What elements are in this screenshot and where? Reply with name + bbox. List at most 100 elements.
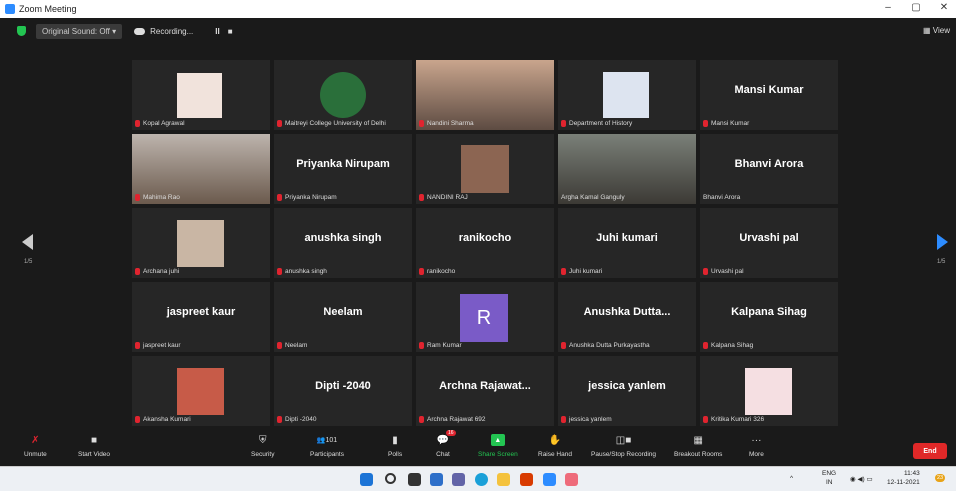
- minimize-button[interactable]: –: [882, 2, 894, 13]
- participant-tile[interactable]: Priyanka Nirupam Priyanka Nirupam: [274, 134, 412, 204]
- lang-in: IN: [826, 479, 833, 486]
- edge-browser-icon[interactable]: [475, 473, 488, 486]
- mic-muted-icon: [703, 416, 708, 423]
- participant-tile[interactable]: ranikocho ranikocho: [416, 208, 554, 278]
- participant-display-name: jaspreet kaur: [166, 306, 236, 318]
- clock-date[interactable]: 12-11-2021: [887, 479, 920, 486]
- participant-display-name: Urvashi pal: [739, 232, 799, 244]
- office-icon[interactable]: [520, 473, 533, 486]
- wifi-volume-battery-icon[interactable]: ◉ ◀) ▭: [850, 475, 873, 483]
- unmute-button[interactable]: ✗ Unmute: [24, 434, 47, 459]
- mic-muted-icon: [135, 416, 140, 423]
- original-sound-toggle[interactable]: Original Sound: Off ▾: [36, 23, 123, 39]
- pause-recording-button[interactable]: II: [215, 27, 219, 36]
- participant-tile[interactable]: anushka singh anushka singh: [274, 208, 412, 278]
- breakout-rooms-button[interactable]: ▦ Breakout Rooms: [674, 434, 722, 459]
- notification-badge[interactable]: 23: [935, 474, 946, 482]
- participant-video: [461, 145, 509, 193]
- participant-tile[interactable]: Urvashi pal Urvashi pal: [700, 208, 838, 278]
- participant-name-label: Dipti -2040: [277, 416, 316, 423]
- participant-name-label: Kalpana Sihag: [703, 342, 753, 349]
- raise-hand-button[interactable]: ✋ Raise Hand: [538, 434, 572, 459]
- participant-tile[interactable]: Archana juhi: [132, 208, 270, 278]
- participant-name-label: Mansi Kumar: [703, 120, 749, 127]
- participant-display-name: Archna Rajawat...: [439, 380, 531, 392]
- end-meeting-button[interactable]: End: [913, 443, 947, 459]
- participant-tile[interactable]: Kalpana Sihag Kalpana Sihag: [700, 282, 838, 352]
- clock-time[interactable]: 11:43: [904, 470, 920, 477]
- share-screen-icon: ▲: [490, 434, 505, 446]
- pause-stop-recording-button[interactable]: ◫■ Pause/Stop Recording: [591, 434, 656, 459]
- participant-tile[interactable]: Akansha Kumari: [132, 356, 270, 426]
- participant-tile[interactable]: Anushka Dutta... Anushka Dutta Purkayasth…: [558, 282, 696, 352]
- participant-tile[interactable]: Nandini Sharma: [416, 60, 554, 130]
- participant-tile[interactable]: Kritika Kumari 326: [700, 356, 838, 426]
- participant-tile[interactable]: Maitreyi College University of Delhi: [274, 60, 412, 130]
- page-left-arrow[interactable]: [22, 234, 33, 250]
- participant-tile[interactable]: NANDINI RAJ: [416, 134, 554, 204]
- zoom-taskbar-icon[interactable]: [543, 473, 556, 486]
- windows-taskbar: ^ ENG IN ◉ ◀) ▭ 11:43 12-11-2021 23: [0, 466, 956, 491]
- security-button[interactable]: ⛨ Security: [251, 434, 274, 459]
- tray-chevron-icon[interactable]: ^: [790, 475, 793, 482]
- participant-tile[interactable]: Neelam Neelam: [274, 282, 412, 352]
- mic-muted-icon: [561, 342, 566, 349]
- windows-start-icon[interactable]: [360, 473, 373, 486]
- participant-tile[interactable]: R Ram Kumar: [416, 282, 554, 352]
- participant-tile[interactable]: Archna Rajawat... Archna Rajawat 692: [416, 356, 554, 426]
- search-icon[interactable]: [385, 473, 396, 484]
- participant-tile[interactable]: Dipti -2040 Dipti -2040: [274, 356, 412, 426]
- polls-button[interactable]: ▮ Polls: [388, 434, 402, 459]
- restore-button[interactable]: ▢: [910, 2, 922, 13]
- participant-name-label: Akansha Kumari: [135, 416, 191, 423]
- recording-indicator: Recording... II ■: [134, 27, 233, 36]
- start-video-button[interactable]: ■ Start Video: [78, 434, 110, 459]
- participant-tile[interactable]: Juhi kumari Juhi kumari: [558, 208, 696, 278]
- widgets-icon[interactable]: [430, 473, 443, 486]
- file-explorer-icon[interactable]: [497, 473, 510, 486]
- participant-tile[interactable]: jessica yanlem jessica yanlem: [558, 356, 696, 426]
- more-icon: ···: [751, 434, 762, 446]
- hand-icon: ✋: [548, 434, 562, 446]
- chat-button[interactable]: 💬 16 Chat: [436, 430, 456, 458]
- task-view-icon[interactable]: [408, 473, 421, 486]
- teams-chat-icon[interactable]: [452, 473, 465, 486]
- participant-tile[interactable]: Bhanvi Arora Bhanvi Arora: [700, 134, 838, 204]
- encryption-shield-icon[interactable]: [17, 26, 26, 36]
- participant-display-name: Priyanka Nirupam: [296, 158, 390, 170]
- mic-muted-icon: [135, 120, 140, 127]
- participant-tile[interactable]: jaspreet kaur jaspreet kaur: [132, 282, 270, 352]
- close-button[interactable]: ✕: [938, 2, 950, 13]
- avatar: R: [460, 294, 508, 342]
- participants-icon: 👥 101: [316, 436, 338, 445]
- share-screen-button[interactable]: ▲ Share Screen: [478, 434, 518, 458]
- participant-tile[interactable]: Mahima Rao: [132, 134, 270, 204]
- mic-muted-icon: [277, 342, 282, 349]
- participant-tile[interactable]: Department of History: [558, 60, 696, 130]
- participant-tile[interactable]: Mansi Kumar Mansi Kumar: [700, 60, 838, 130]
- participant-tile[interactable]: Argha Kamal Ganguly: [558, 134, 696, 204]
- view-button[interactable]: ▦ View: [923, 26, 950, 35]
- participant-name-label: Urvashi pal: [703, 268, 744, 275]
- participant-name-label: Juhi kumari: [561, 268, 602, 275]
- cloud-icon: [134, 27, 146, 35]
- participant-name-label: Maitreyi College University of Delhi: [277, 120, 386, 127]
- more-button[interactable]: ··· More: [749, 434, 764, 459]
- lang-eng[interactable]: ENG: [822, 470, 836, 477]
- participant-tile[interactable]: Kopal Agrawal: [132, 60, 270, 130]
- mic-muted-icon: [561, 268, 566, 275]
- participant-name-label: Ram Kumar: [419, 342, 462, 349]
- participant-display-name: anushka singh: [304, 232, 382, 244]
- participants-button[interactable]: 👥 101 Participants: [310, 434, 344, 459]
- participant-display-name: Anushka Dutta...: [583, 306, 671, 318]
- stop-recording-button[interactable]: ■: [228, 27, 233, 36]
- mic-muted-icon: [419, 120, 424, 127]
- participant-display-name: Bhanvi Arora: [734, 158, 804, 170]
- chat-icon: 💬 16: [436, 430, 456, 446]
- mic-muted-icon: [561, 416, 566, 423]
- participant-name-label: NANDINI RAJ: [419, 194, 468, 201]
- participant-name-label: Argha Kamal Ganguly: [561, 194, 625, 201]
- page-right-arrow[interactable]: [937, 234, 948, 250]
- app-icon[interactable]: [565, 473, 578, 486]
- mic-muted-icon: [277, 194, 282, 201]
